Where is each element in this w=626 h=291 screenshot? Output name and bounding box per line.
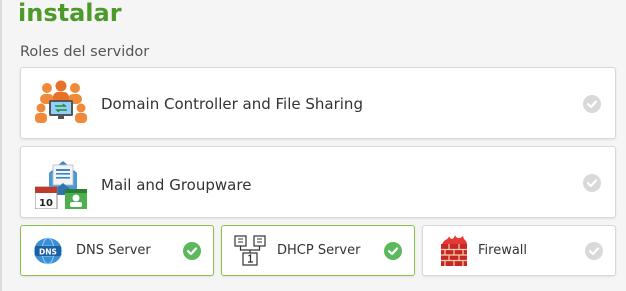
check-circle-icon: [384, 242, 402, 260]
check-circle-icon: [583, 174, 601, 192]
users-network-icon: [35, 80, 87, 128]
role-label-domain-controller: Domain Controller and File Sharing: [101, 95, 363, 113]
role-card-dhcp-server[interactable]: DHCP Server: [221, 225, 415, 276]
left-edge-rule: [0, 0, 2, 291]
section-label: Roles del servidor: [20, 44, 150, 60]
firewall-icon: [439, 235, 469, 271]
check-circle-icon: [585, 242, 603, 260]
dns-icon-text: DNS: [39, 248, 57, 257]
page-title: instalar: [18, 0, 122, 27]
role-label-dhcp-server: DHCP Server: [277, 243, 361, 258]
check-circle-icon: [583, 95, 601, 113]
check-circle-icon: [183, 242, 201, 260]
role-label-mail-groupware: Mail and Groupware: [101, 176, 252, 194]
role-card-domain-controller[interactable]: Domain Controller and File Sharing: [20, 67, 616, 139]
role-label-firewall: Firewall: [478, 243, 528, 258]
dns-globe-icon: DNS: [33, 237, 63, 269]
role-card-dns-server[interactable]: DNS DNS Server: [20, 225, 214, 276]
role-card-firewall[interactable]: Firewall: [422, 225, 616, 276]
role-label-dns-server: DNS Server: [76, 243, 151, 258]
role-card-mail-groupware[interactable]: 10 Mail and Groupware: [20, 146, 616, 218]
mail-calendar-icon: 10: [34, 157, 89, 213]
calendar-day-number: 10: [39, 198, 53, 209]
dhcp-network-icon: [233, 235, 267, 271]
